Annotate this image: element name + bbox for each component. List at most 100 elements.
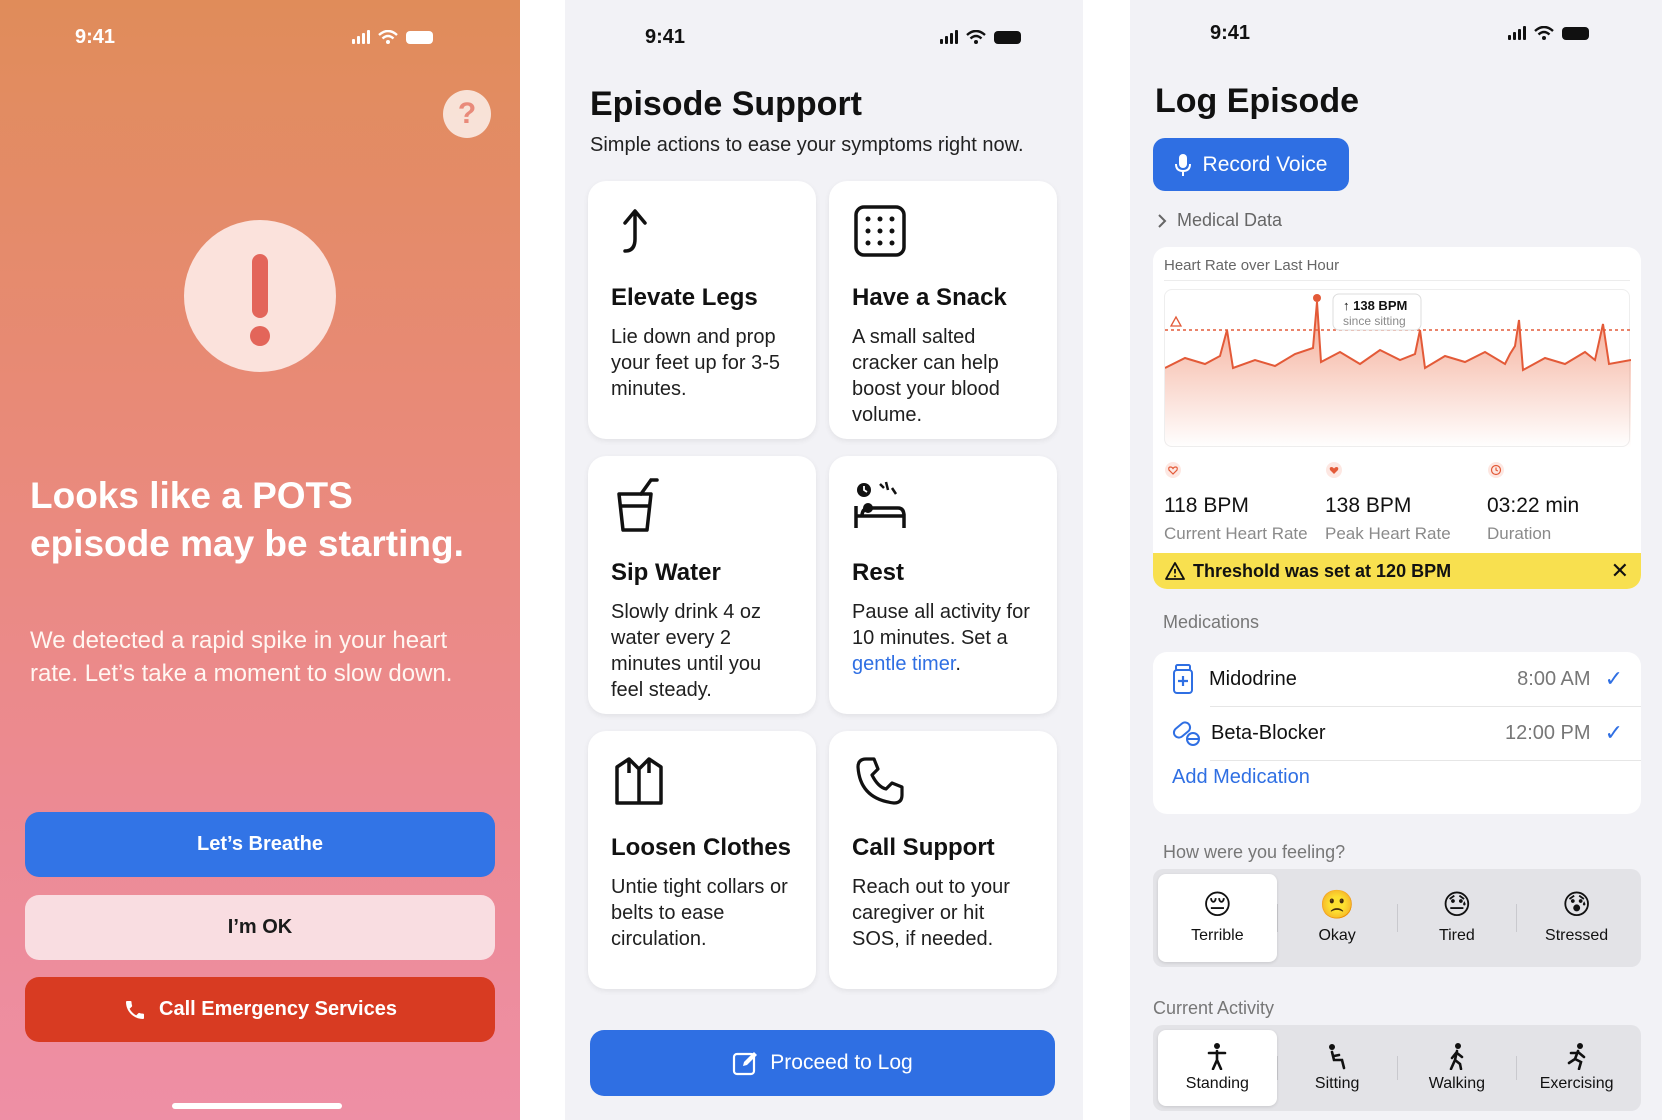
medication-row[interactable]: Beta-Blocker 12:00 PM ✓	[1153, 706, 1641, 760]
signal-icon	[940, 30, 958, 44]
emoji-icon: 😔	[1202, 889, 1232, 920]
card-desc: Lie down and prop your feet up for 3-5 m…	[611, 326, 780, 400]
medications-label: Medications	[1163, 612, 1260, 632]
activity-option-standing[interactable]: Standing	[1158, 1030, 1277, 1106]
card-desc: A small salted cracker can help boost yo…	[852, 326, 1000, 426]
activity-option-label: Walking	[1428, 1075, 1486, 1092]
threshold-text: Threshold was set at 120 BPM	[1193, 560, 1452, 581]
stat-peak-hr: 138 BPM Peak Heart Rate	[1325, 461, 1451, 544]
gentle-timer-link[interactable]: gentle timer	[852, 653, 955, 675]
heart-up-icon	[1326, 462, 1342, 478]
card-elevate-legs[interactable]: Elevate Legs Lie down and prop your feet…	[588, 181, 816, 439]
card-title: Elevate Legs	[611, 284, 758, 311]
divider	[1164, 280, 1630, 281]
activity-option-label: Standing	[1185, 1075, 1249, 1092]
pills-icon	[1172, 721, 1200, 746]
feeling-option-okay[interactable]: 🙁 Okay	[1278, 874, 1397, 962]
walking-icon	[1449, 1043, 1464, 1071]
checkmark-icon[interactable]: ✓	[1605, 720, 1623, 746]
call-emergency-button[interactable]: Call Emergency Services	[25, 977, 495, 1042]
activity-option-exercising[interactable]: Exercising	[1517, 1030, 1636, 1106]
medical-data-disclosure[interactable]: Medical Data	[1157, 210, 1282, 231]
status-icons	[352, 30, 433, 44]
heart-rate-chart: ↑ 138 BPM since sitting	[1164, 289, 1632, 448]
checkmark-icon[interactable]: ✓	[1605, 666, 1623, 692]
status-time: 9:41	[645, 26, 686, 48]
activity-label: Current Activity	[1153, 998, 1275, 1018]
activity-option-walking[interactable]: Walking	[1398, 1030, 1517, 1106]
emoji-icon: 🙁	[1319, 889, 1355, 920]
alert-screen: 9:41 ? Looks like a POTS episode may be …	[0, 0, 520, 1120]
card-title: Call Support	[852, 834, 995, 861]
help-button[interactable]: ?	[443, 90, 491, 138]
feeling-option-terrible[interactable]: 😔 Terrible	[1158, 874, 1277, 962]
card-desc: Reach out to your caregiver or hit SOS, …	[852, 876, 1010, 950]
microphone-icon	[1174, 153, 1191, 176]
medication-name: Midodrine	[1209, 667, 1297, 690]
status-bar: 9:41	[0, 0, 520, 80]
card-title: Rest	[852, 559, 905, 586]
card-loosen-clothes[interactable]: Loosen Clothes Untie tight collars or be…	[588, 731, 816, 989]
feeling-selector: 😔 Terrible 🙁 Okay 😓 Tired 😰 Stressed	[1153, 869, 1641, 967]
heart-icon	[1165, 462, 1181, 478]
stat-label: Peak Heart Rate	[1325, 524, 1451, 543]
phone-icon	[856, 757, 904, 805]
feeling-option-stressed[interactable]: 😰 Stressed	[1517, 874, 1636, 962]
card-rest[interactable]: Rest Pause all activity for 10 minutes. …	[829, 456, 1057, 714]
card-call-support[interactable]: Call Support Reach out to your caregiver…	[829, 731, 1057, 989]
cracker-icon	[854, 205, 906, 257]
proceed-to-log-button[interactable]: Proceed to Log	[590, 1030, 1055, 1096]
close-icon[interactable]: ✕	[1611, 558, 1629, 584]
lets-breathe-button[interactable]: Let’s Breathe	[25, 812, 495, 877]
call-emergency-label: Call Emergency Services	[159, 998, 397, 1020]
home-indicator	[172, 1103, 342, 1109]
proceed-label: Proceed to Log	[770, 1051, 913, 1074]
card-title: Loosen Clothes	[611, 834, 792, 861]
activity-option-sitting[interactable]: Sitting	[1278, 1030, 1397, 1106]
warning-icon	[1165, 562, 1185, 580]
activity-option-label: Exercising	[1539, 1075, 1614, 1092]
card-desc: Untie tight collars or belts to ease cir…	[611, 876, 788, 950]
shirt-icon	[615, 757, 663, 805]
water-cup-icon	[617, 478, 659, 532]
divider	[1210, 760, 1641, 761]
card-have-snack[interactable]: Have a Snack A small salted cracker can …	[829, 181, 1057, 439]
card-sip-water[interactable]: Sip Water Slowly drink 4 oz water every …	[588, 456, 816, 714]
add-medication-link[interactable]: Add Medication	[1172, 766, 1310, 789]
page-title: Log Episode	[1155, 82, 1359, 120]
feeling-option-label: Terrible	[1191, 927, 1244, 944]
emoji-icon: 😓	[1442, 889, 1472, 920]
feeling-option-label: Tired	[1438, 927, 1475, 944]
page-title: Episode Support	[590, 85, 862, 123]
status-bar: 9:41	[565, 0, 1083, 80]
medication-row[interactable]: Midodrine 8:00 AM ✓	[1153, 652, 1641, 706]
heart-rate-card: Heart Rate over Last Hour ↑ 138 BPM sinc…	[1153, 247, 1641, 589]
stat-value: 118 BPM	[1164, 494, 1249, 517]
medical-data-label: Medical Data	[1177, 210, 1283, 230]
battery-icon	[406, 30, 433, 44]
peak-tag: ↑ 138 BPM	[1343, 298, 1408, 313]
standing-icon	[1208, 1043, 1227, 1071]
status-bar: 9:41	[1130, 0, 1662, 80]
page-subtitle: Simple actions to ease your symptoms rig…	[590, 134, 1024, 156]
feeling-option-tired[interactable]: 😓 Tired	[1398, 874, 1517, 962]
chevron-right-icon	[1158, 213, 1167, 228]
activity-selector: Standing Sitting Walking Exercising	[1153, 1025, 1641, 1111]
stat-duration: 03:22 min Duration	[1487, 461, 1579, 544]
heart-rate-title: Heart Rate over Last Hour	[1164, 257, 1340, 274]
im-ok-button[interactable]: I’m OK	[25, 895, 495, 960]
stat-label: Duration	[1487, 524, 1552, 543]
battery-icon	[1562, 26, 1589, 40]
feeling-label: How were you feeling?	[1163, 842, 1346, 862]
emoji-icon: 😰	[1562, 889, 1592, 920]
card-title: Sip Water	[611, 559, 721, 586]
card-title: Have a Snack	[852, 284, 1007, 311]
sitting-icon	[1329, 1044, 1346, 1070]
medication-time: 12:00 PM	[1504, 721, 1591, 744]
status-time: 9:41	[75, 26, 116, 48]
alert-message: We detected a rapid spike in your heart …	[30, 627, 453, 687]
running-icon	[1567, 1043, 1585, 1071]
log-episode-screen: 9:41 Log Episode Record Voice Medical Da…	[1130, 0, 1662, 1120]
medication-name: Beta-Blocker	[1211, 721, 1326, 744]
record-voice-button[interactable]: Record Voice	[1153, 138, 1349, 191]
